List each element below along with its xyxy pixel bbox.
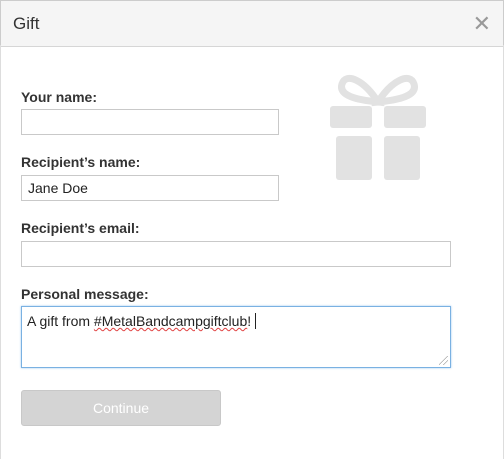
- text-caret: [255, 313, 257, 329]
- message-hashtag: #MetalBandcampgiftclub: [93, 313, 248, 329]
- recipient-name-input[interactable]: [21, 175, 279, 201]
- close-icon[interactable]: ✕: [473, 13, 491, 35]
- recipient-name-label: Recipient’s name:: [21, 154, 141, 170]
- gift-icon: [330, 75, 426, 180]
- your-name-input[interactable]: [21, 109, 279, 135]
- dialog-title: Gift: [13, 14, 40, 33]
- dialog-header: Gift ✕: [0, 0, 504, 47]
- message-suffix: !: [247, 313, 252, 329]
- continue-button[interactable]: Continue: [21, 390, 221, 426]
- personal-message-label: Personal message:: [21, 286, 149, 302]
- personal-message-textarea[interactable]: A gift from #MetalBandcampgiftclub!: [21, 306, 451, 368]
- gift-dialog: Gift ✕ Your name: Recipient’s name: Reci…: [0, 0, 504, 459]
- resize-grip-icon[interactable]: [439, 356, 448, 365]
- dialog-border-left: [0, 45, 1, 459]
- recipient-email-input[interactable]: [21, 241, 451, 267]
- your-name-label: Your name:: [21, 89, 97, 105]
- recipient-email-label: Recipient’s email:: [21, 220, 140, 236]
- message-prefix: A gift from: [27, 313, 94, 329]
